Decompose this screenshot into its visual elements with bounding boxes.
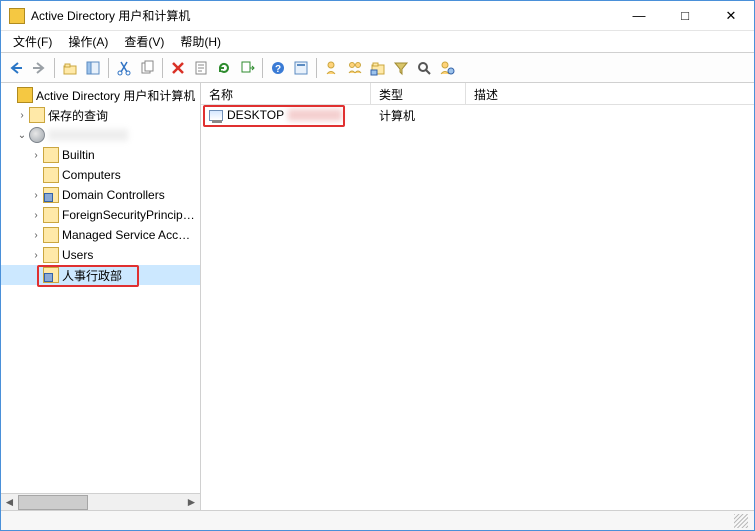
- search-button[interactable]: [413, 57, 435, 79]
- tree-root[interactable]: Active Directory 用户和计算机: [1, 85, 200, 105]
- find-button[interactable]: [290, 57, 312, 79]
- toolbar: ?: [1, 53, 754, 83]
- column-name[interactable]: 名称: [201, 83, 371, 104]
- menu-view[interactable]: 查看(V): [116, 31, 172, 52]
- show-hide-tree-button[interactable]: [82, 57, 104, 79]
- domain-icon: [29, 127, 45, 143]
- chevron-right-icon[interactable]: ›: [29, 230, 43, 241]
- chevron-down-icon[interactable]: ⌄: [15, 130, 29, 141]
- folder-icon: [43, 207, 59, 223]
- menu-help[interactable]: 帮助(H): [172, 31, 229, 52]
- list-pane: 名称 类型 描述 DESKTOP 计算机: [201, 83, 754, 510]
- statusbar: [1, 510, 754, 530]
- toolbar-separator: [316, 58, 317, 78]
- tree-domain-label: [48, 129, 128, 141]
- tree-saved-queries-label: 保存的查询: [48, 107, 108, 124]
- export-button[interactable]: [236, 57, 258, 79]
- tree-builtin-label: Builtin: [62, 148, 95, 162]
- tree-computers-label: Computers: [62, 168, 121, 182]
- new-ou-button[interactable]: [367, 57, 389, 79]
- filter-button[interactable]: [390, 57, 412, 79]
- forward-button[interactable]: [28, 57, 50, 79]
- tree-saved-queries[interactable]: › 保存的查询: [1, 105, 200, 125]
- tree-root-label: Active Directory 用户和计算机: [36, 87, 195, 104]
- tree: Active Directory 用户和计算机 › 保存的查询 ⌄ › Buil…: [1, 83, 200, 287]
- tree-computers[interactable]: Computers: [1, 165, 200, 185]
- column-desc[interactable]: 描述: [466, 83, 754, 104]
- minimize-button[interactable]: —: [616, 1, 662, 31]
- ou-icon: [43, 187, 59, 203]
- new-group-button[interactable]: [344, 57, 366, 79]
- close-button[interactable]: ✕: [708, 1, 754, 31]
- resize-grip-icon[interactable]: [734, 514, 748, 528]
- scroll-thumb[interactable]: [18, 495, 88, 510]
- delete-button[interactable]: [167, 57, 189, 79]
- refresh-button[interactable]: [213, 57, 235, 79]
- menubar: 文件(F) 操作(A) 查看(V) 帮助(H): [1, 31, 754, 53]
- maximize-button[interactable]: □: [662, 1, 708, 31]
- scroll-left-icon[interactable]: ◄: [1, 494, 18, 511]
- chevron-right-icon[interactable]: ›: [15, 110, 29, 121]
- list-header: 名称 类型 描述: [201, 83, 754, 105]
- tree-builtin[interactable]: › Builtin: [1, 145, 200, 165]
- tree-hr-ou[interactable]: 人事行政部: [1, 265, 200, 285]
- window-title: Active Directory 用户和计算机: [31, 7, 616, 24]
- tree-hscrollbar[interactable]: ◄ ►: [1, 493, 200, 510]
- main-split: Active Directory 用户和计算机 › 保存的查询 ⌄ › Buil…: [1, 83, 754, 510]
- tree-msa-label: Managed Service Accounts: [62, 228, 196, 242]
- cut-button[interactable]: [113, 57, 135, 79]
- list-row[interactable]: DESKTOP 计算机: [201, 105, 754, 125]
- tree-users[interactable]: › Users: [1, 245, 200, 265]
- tree-managed-service-accounts[interactable]: › Managed Service Accounts: [1, 225, 200, 245]
- svg-text:?: ?: [275, 64, 281, 75]
- toolbar-separator: [262, 58, 263, 78]
- chevron-right-icon[interactable]: ›: [29, 210, 43, 221]
- redacted-text: [288, 109, 342, 121]
- menu-file[interactable]: 文件(F): [5, 31, 60, 52]
- list-body[interactable]: DESKTOP 计算机: [201, 105, 754, 510]
- copy-button[interactable]: [136, 57, 158, 79]
- tree-domain-controllers[interactable]: › Domain Controllers: [1, 185, 200, 205]
- toolbar-separator: [108, 58, 109, 78]
- window-controls: — □ ✕: [616, 1, 754, 31]
- folder-icon: [43, 247, 59, 263]
- app-icon: [9, 8, 25, 24]
- ou-icon: [43, 267, 59, 283]
- back-button[interactable]: [5, 57, 27, 79]
- toolbar-separator: [162, 58, 163, 78]
- toolbar-separator: [54, 58, 55, 78]
- chevron-right-icon[interactable]: ›: [29, 250, 43, 261]
- tree-domain[interactable]: ⌄: [1, 125, 200, 145]
- folder-icon: [43, 147, 59, 163]
- chevron-right-icon[interactable]: ›: [29, 150, 43, 161]
- computer-icon: [209, 110, 223, 121]
- properties-button[interactable]: [190, 57, 212, 79]
- column-type[interactable]: 类型: [371, 83, 466, 104]
- folder-icon: [43, 167, 59, 183]
- chevron-right-icon[interactable]: ›: [29, 190, 43, 201]
- titlebar: Active Directory 用户和计算机 — □ ✕: [1, 1, 754, 31]
- up-button[interactable]: [59, 57, 81, 79]
- tree-foreign-security-principals[interactable]: › ForeignSecurityPrincipals: [1, 205, 200, 225]
- tree-hr-ou-label: 人事行政部: [62, 267, 122, 284]
- tree-fsp-label: ForeignSecurityPrincipals: [62, 208, 196, 222]
- scroll-right-icon[interactable]: ►: [183, 494, 200, 511]
- add-to-group-button[interactable]: [436, 57, 458, 79]
- menu-action[interactable]: 操作(A): [60, 31, 116, 52]
- cell-type: 计算机: [371, 107, 466, 124]
- folder-icon: [29, 107, 45, 123]
- cell-name: DESKTOP: [201, 108, 371, 122]
- help-button[interactable]: ?: [267, 57, 289, 79]
- folder-icon: [43, 227, 59, 243]
- mmc-icon: [17, 87, 33, 103]
- tree-pane[interactable]: Active Directory 用户和计算机 › 保存的查询 ⌄ › Buil…: [1, 83, 201, 510]
- tree-users-label: Users: [62, 248, 93, 262]
- tree-dc-label: Domain Controllers: [62, 188, 165, 202]
- cell-name-text: DESKTOP: [227, 108, 284, 122]
- scroll-track[interactable]: [18, 494, 183, 511]
- new-user-button[interactable]: [321, 57, 343, 79]
